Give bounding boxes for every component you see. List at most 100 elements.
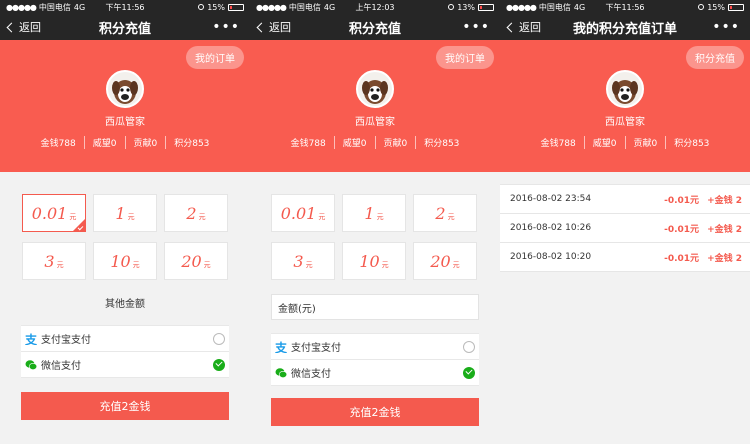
amount-option[interactable]: 0.01 元	[271, 194, 335, 232]
svg-text:支: 支	[275, 341, 287, 353]
amount-grid: 0.01 元 1元 2元 3元 10 元 20 元	[250, 172, 500, 280]
amount-unit: 元	[447, 213, 455, 221]
radio-unchecked-icon[interactable]	[213, 332, 225, 345]
order-amount: -0.01元	[664, 253, 700, 264]
user-stats: 金钱788 威望0 贡献0 积分853	[0, 136, 250, 149]
my-orders-button[interactable]: 我的订单	[436, 46, 494, 69]
wechat-icon	[25, 359, 37, 371]
order-time: 2016-08-02 10:20	[510, 252, 592, 262]
amount-option[interactable]: 2元	[164, 194, 228, 232]
amount-unit: 元	[198, 213, 206, 221]
payment-alipay[interactable]: 支 支付宝支付	[21, 326, 229, 352]
stat-money: 金钱788	[33, 136, 85, 149]
amount-option[interactable]: 20 元	[164, 242, 228, 280]
amount-option[interactable]: 2元	[413, 194, 477, 232]
amount-option-selected[interactable]: 0.01 元	[22, 194, 86, 232]
back-button[interactable]: 返回	[500, 19, 541, 35]
svg-text:支: 支	[25, 333, 37, 345]
amount-unit: 元	[305, 261, 313, 269]
battery-icon	[478, 3, 494, 11]
back-button[interactable]: 返回	[250, 19, 291, 35]
avatar	[356, 70, 394, 108]
stat-contribution: 贡献0	[626, 136, 667, 149]
network: 4G	[73, 2, 86, 12]
my-orders-button[interactable]: 我的订单	[186, 46, 244, 69]
profile-header: 积分充值 西瓜管家 金钱788 威望0 贡献0 积分853	[500, 40, 750, 172]
stat-prestige: 威望0	[85, 136, 126, 149]
recharge-submit-button[interactable]: 充值2金钱	[21, 392, 229, 420]
amount-value: 0.01	[31, 204, 68, 223]
payment-alipay[interactable]: 支 支付宝支付	[271, 334, 479, 360]
stat-points: 积分853	[174, 139, 210, 149]
back-button[interactable]: 返回	[0, 19, 41, 35]
chevron-left-icon	[506, 22, 517, 32]
carrier: 中国电信	[38, 2, 71, 12]
amount-option[interactable]: 3元	[22, 242, 86, 280]
battery-percent: 15%	[707, 2, 725, 12]
username: 西瓜管家	[605, 117, 645, 128]
amount-option[interactable]: 3元	[271, 242, 335, 280]
more-icon[interactable]: •••	[212, 19, 240, 35]
radio-checked-icon[interactable]	[463, 366, 475, 379]
chevron-left-icon	[6, 22, 17, 32]
payment-label: 微信支付	[41, 361, 81, 372]
amount-option[interactable]: 10 元	[342, 242, 406, 280]
avatar	[606, 70, 644, 108]
back-label: 返回	[269, 21, 291, 34]
amount-option[interactable]: 1元	[93, 194, 157, 232]
stat-money: 金钱788	[533, 136, 585, 149]
chevron-left-icon	[256, 22, 267, 32]
order-row[interactable]: 2016-08-02 10:20 -0.01元 +金钱 2	[500, 243, 750, 272]
screenshot-collage: ●●●●● 中国电信 4G 下午11:56 15% 返回 积分充值 ••• 我的…	[0, 0, 750, 444]
stat-contribution: 贡献0	[126, 136, 167, 149]
status-bar: ●●●●● 中国电信 4G 上午12:03 13%	[250, 0, 500, 14]
amount-value: 10	[110, 252, 131, 271]
signal-icon: ●●●●●	[506, 2, 537, 12]
amount-unit: 元	[376, 213, 384, 221]
back-label: 返回	[519, 21, 541, 34]
order-row[interactable]: 2016-08-02 10:26 -0.01元 +金钱 2	[500, 214, 750, 243]
dog-avatar-icon	[608, 72, 642, 106]
battery-percent: 13%	[457, 2, 475, 12]
rotation-lock-icon	[198, 4, 205, 10]
more-icon[interactable]: •••	[712, 19, 740, 35]
other-amount-button[interactable]: 其他金额	[0, 295, 250, 310]
alipay-icon: 支	[275, 341, 287, 353]
amount-unit: 元	[132, 261, 140, 269]
amount-option[interactable]: 1元	[342, 194, 406, 232]
order-time: 2016-08-02 10:26	[510, 223, 592, 233]
order-row[interactable]: 2016-08-02 23:54 -0.01元 +金钱 2	[500, 185, 750, 214]
carrier: 中国电信	[288, 2, 321, 12]
amount-unit: 元	[203, 261, 211, 269]
amount-option[interactable]: 10 元	[93, 242, 157, 280]
radio-checked-icon[interactable]	[213, 358, 225, 371]
rotation-lock-icon	[448, 4, 455, 10]
amount-value: 20	[181, 252, 202, 271]
status-bar: ●●●●● 中国电信 4G 下午11:56 15%	[500, 0, 750, 14]
amount-option[interactable]: 20 元	[413, 242, 477, 280]
stat-prestige: 威望0	[335, 136, 376, 149]
dog-avatar-icon	[358, 72, 392, 106]
recharge-button[interactable]: 积分充值	[686, 46, 744, 69]
recharge-submit-button[interactable]: 充值2金钱	[271, 398, 479, 426]
network: 4G	[573, 2, 586, 12]
order-reward: +金钱 2	[707, 195, 742, 206]
amount-value: 1	[115, 204, 126, 223]
battery-icon	[728, 3, 744, 11]
username: 西瓜管家	[355, 117, 395, 128]
payment-label: 微信支付	[291, 369, 331, 380]
signal-icon: ●●●●●	[6, 2, 37, 12]
payment-label: 支付宝支付	[291, 343, 341, 354]
profile-header: 我的订单 西瓜管家 金钱788 威望0 贡献0 积分853	[0, 40, 250, 172]
wechat-icon	[275, 367, 287, 379]
amount-unit: 元	[381, 261, 389, 269]
nav-bar: 返回 积分充值 •••	[250, 14, 500, 40]
custom-amount-input[interactable]: 金额(元)	[271, 294, 479, 320]
more-icon[interactable]: •••	[462, 19, 490, 35]
payment-wechat[interactable]: 微信支付	[21, 352, 229, 378]
status-bar: ●●●●● 中国电信 4G 下午11:56 15%	[0, 0, 250, 14]
radio-unchecked-icon[interactable]	[463, 340, 475, 353]
amount-value: 3	[293, 252, 304, 271]
order-reward: +金钱 2	[707, 253, 742, 264]
payment-wechat[interactable]: 微信支付	[271, 360, 479, 386]
